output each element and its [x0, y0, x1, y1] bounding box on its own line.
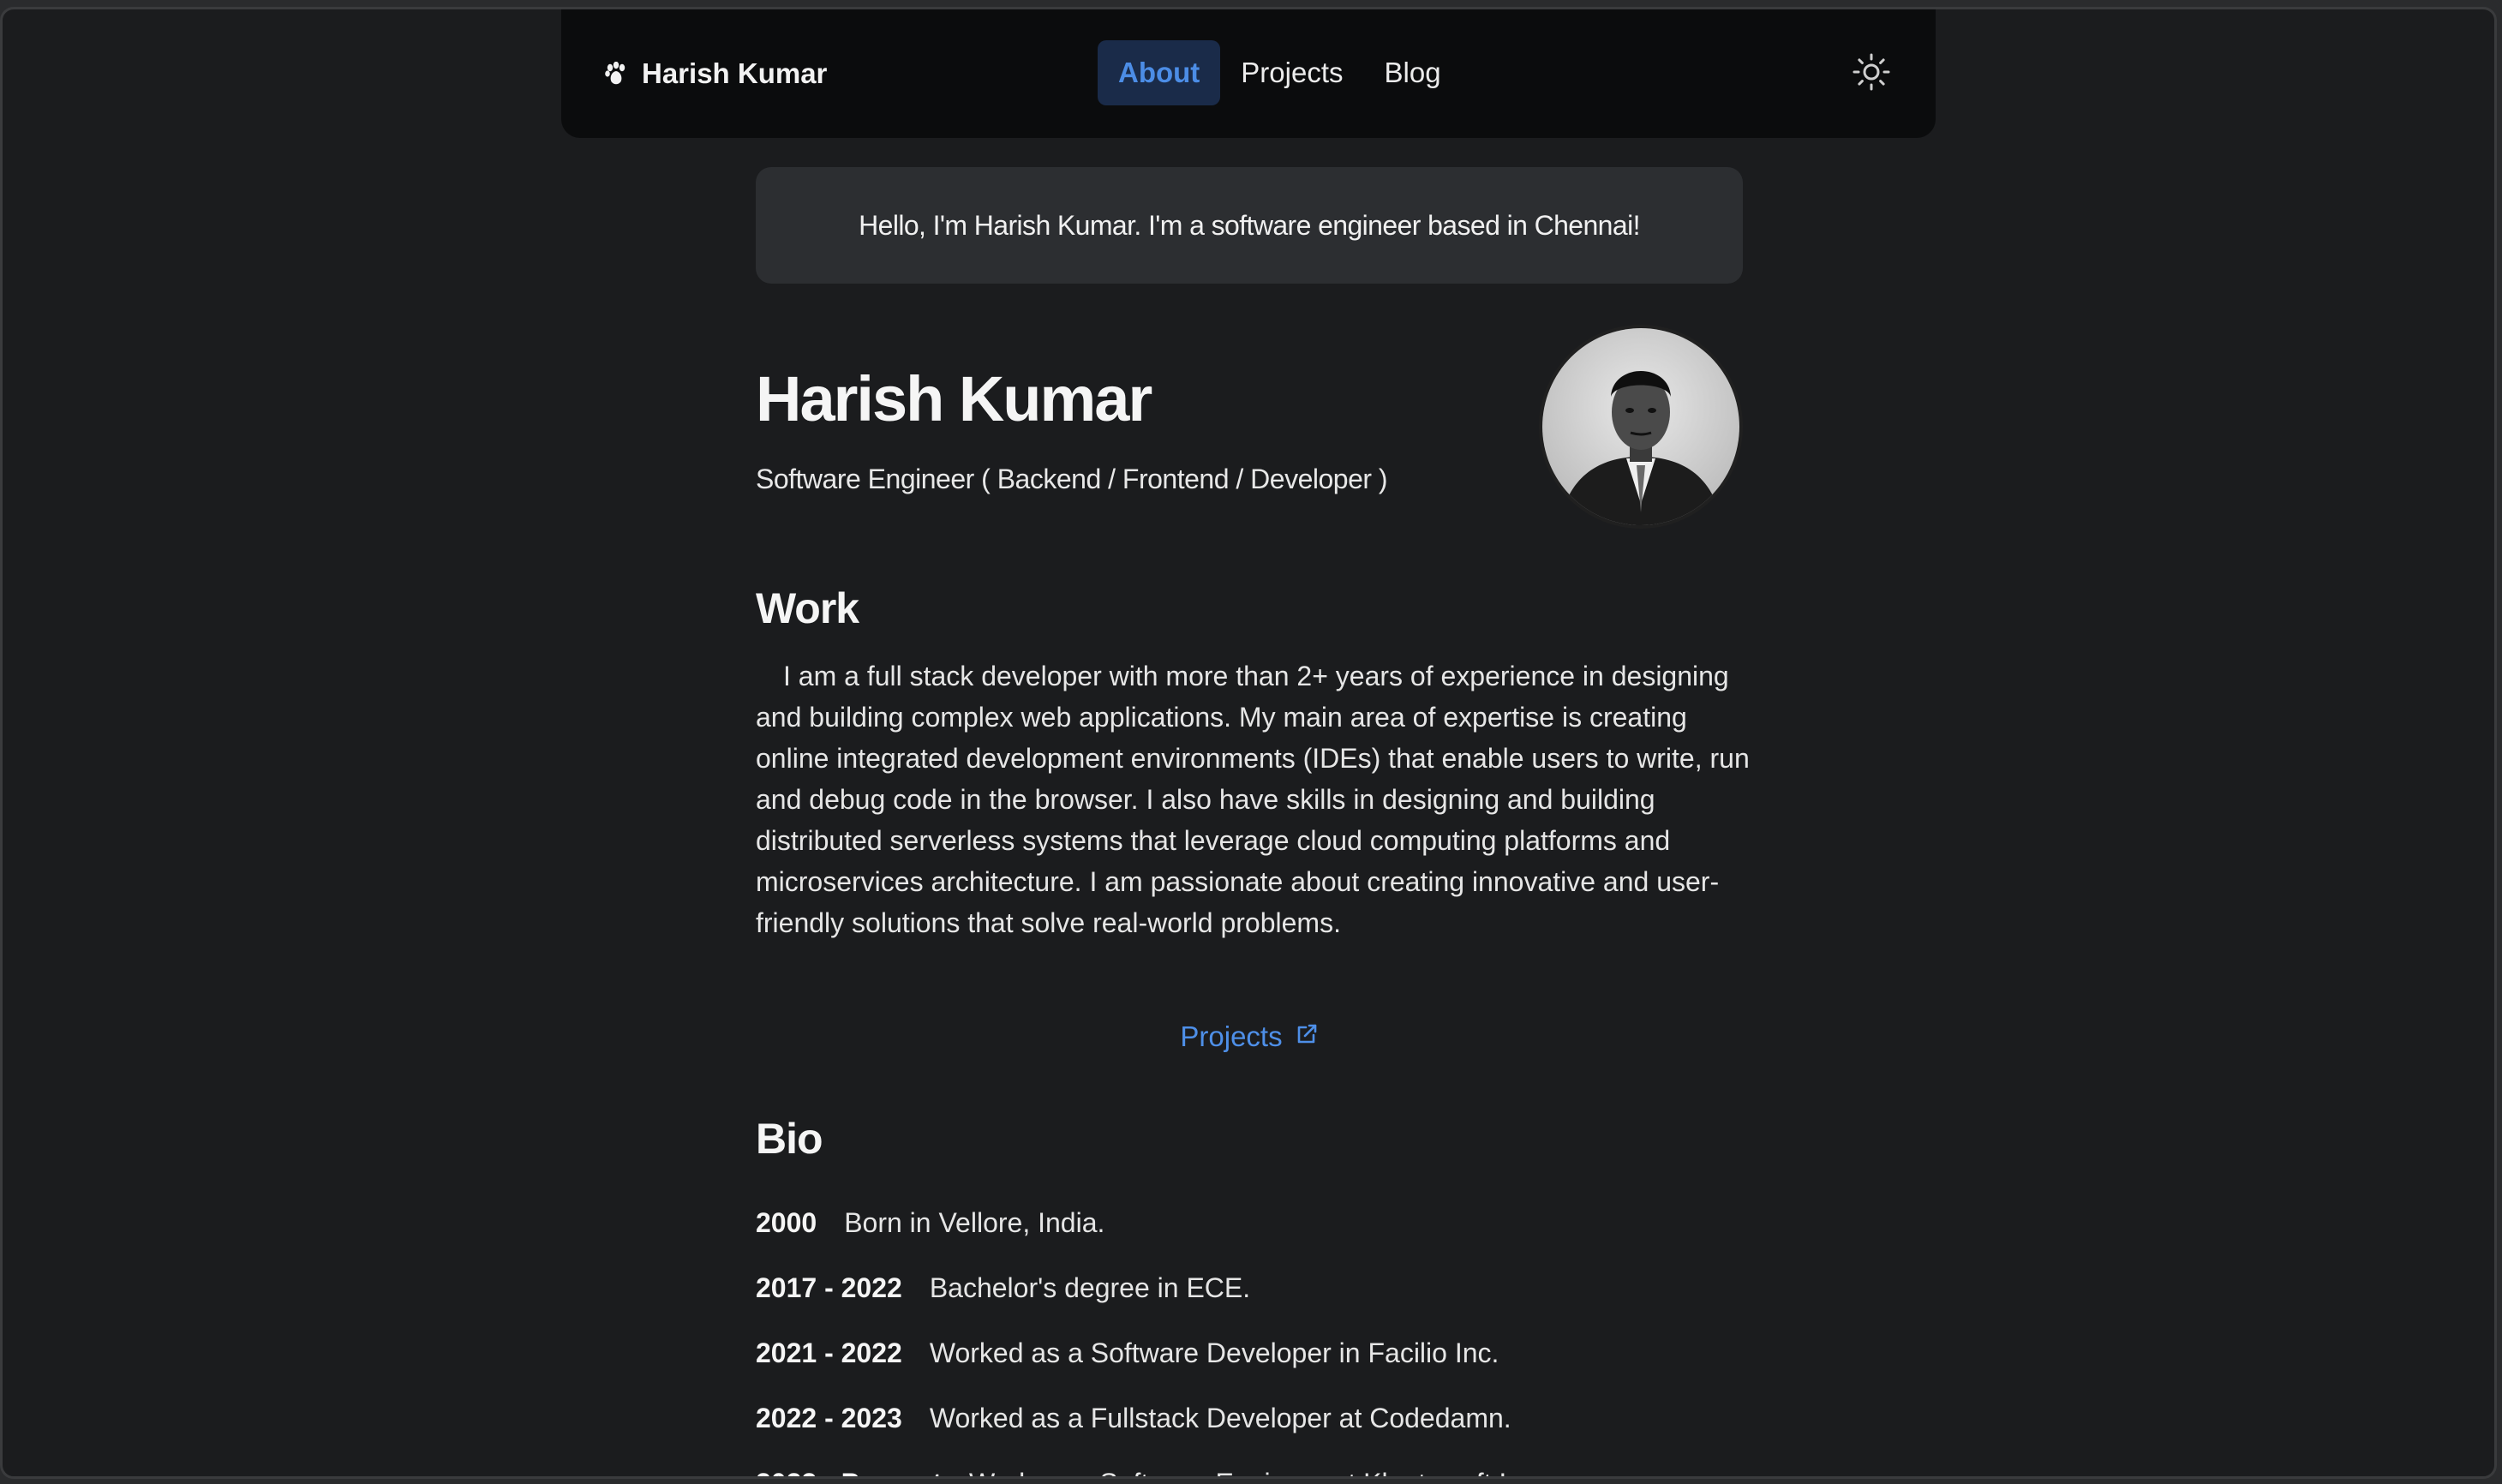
bio-year: 2017 - 2022 [756, 1272, 902, 1303]
bio-text: Worked as a Fullstack Developer at Coded… [929, 1402, 1511, 1433]
bio-year: 2021 - 2022 [756, 1337, 902, 1368]
profile-role: Software Engineer ( Backend / Frontend /… [756, 464, 1388, 494]
bio-list: 2000 Born in Vellore, India. 2017 - 2022… [756, 1190, 1543, 1477]
nav-link-about[interactable]: About [1098, 40, 1221, 105]
projects-link[interactable]: Projects [756, 1020, 1743, 1053]
bio-year: 2022 - 2023 [756, 1402, 902, 1433]
theme-toggle-button[interactable] [1850, 52, 1893, 95]
bio-year: 2000 [756, 1206, 817, 1238]
bio-item: 2017 - 2022 Bachelor's degree in ECE. [756, 1255, 1543, 1320]
bio-text: Worked as a Software Developer in Facili… [929, 1337, 1499, 1368]
nav-links: About Projects Blog [1098, 40, 1462, 105]
bio-text: Work as a Software Engineer at Klenty so… [969, 1468, 1543, 1477]
intro-banner: Hello, I'm Harish Kumar. I'm a software … [756, 167, 1743, 284]
bio-year: 2022 - Present [756, 1468, 942, 1477]
nav-link-projects[interactable]: Projects [1220, 40, 1363, 105]
brand-name: Harish Kumar [642, 57, 828, 89]
work-description: I am a full stack developer with more th… [756, 661, 1750, 938]
navbar: Harish Kumar About Projects Blog [561, 9, 1936, 138]
intro-greeting: Hello, I'm Harish Kumar. I'm a software … [859, 209, 1640, 241]
bio-section-title: Bio [756, 1115, 823, 1163]
bio-text: Bachelor's degree in ECE. [929, 1272, 1251, 1303]
brand-link[interactable]: Harish Kumar [604, 9, 827, 138]
nav-link-blog[interactable]: Blog [1364, 40, 1462, 105]
bio-item: 2021 - 2022 Worked as a Software Develop… [756, 1320, 1543, 1385]
browser-window: Harish Kumar About Projects Blog Hello, … [0, 7, 2497, 1479]
bio-item: 2000 Born in Vellore, India. [756, 1190, 1543, 1255]
profile-name: Harish Kumar [756, 363, 1152, 434]
work-section-title: Work [756, 584, 859, 632]
bio-text: Born in Vellore, India. [844, 1206, 1105, 1238]
bio-item: 2022 - 2023 Worked as a Fullstack Develo… [756, 1385, 1543, 1451]
paw-icon [604, 62, 630, 86]
bio-item: 2022 - Present Work as a Software Engine… [756, 1451, 1543, 1477]
projects-link-label: Projects [1180, 1020, 1283, 1052]
sun-icon [1852, 52, 1891, 96]
external-link-icon [1295, 1020, 1319, 1053]
avatar [1539, 325, 1743, 529]
